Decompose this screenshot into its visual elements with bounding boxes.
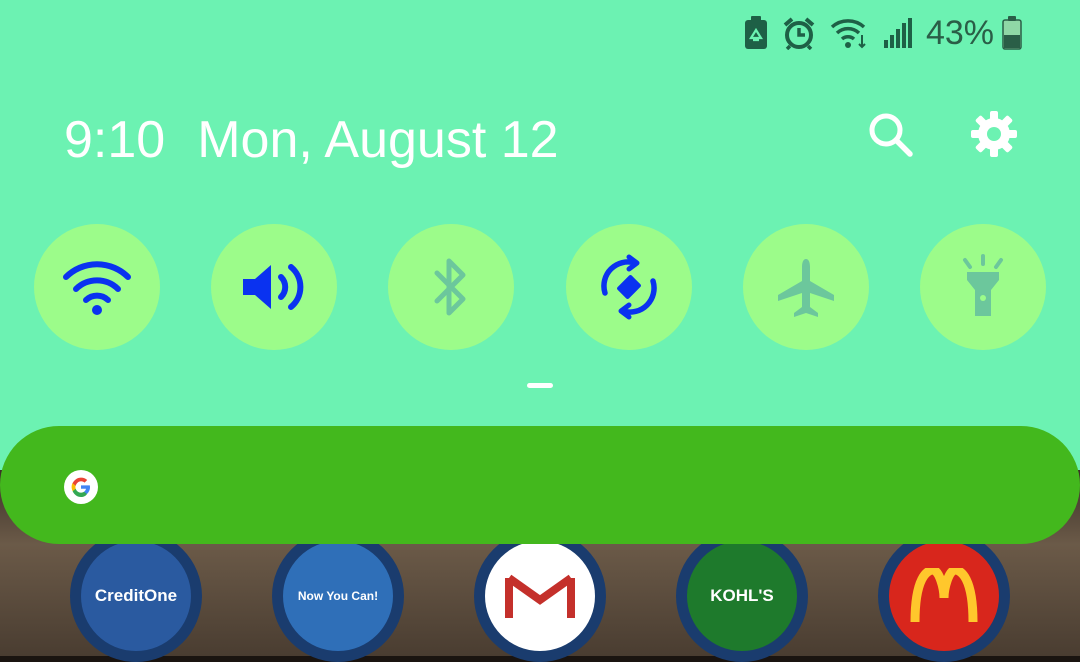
battery-icon xyxy=(1002,16,1022,50)
tile-bluetooth[interactable] xyxy=(388,224,515,350)
app-creditone[interactable]: CreditOne xyxy=(70,530,202,662)
search-icon xyxy=(869,113,913,157)
quick-settings-tiles xyxy=(34,224,1046,350)
home-app-row: CreditOne Now You Can! KOHL'S xyxy=(70,530,1010,662)
auto-rotate-icon xyxy=(600,254,657,320)
gmail-icon xyxy=(505,574,575,618)
tile-flashlight[interactable] xyxy=(919,224,1046,350)
search-button[interactable] xyxy=(862,106,918,162)
alarm-icon xyxy=(783,17,815,50)
status-bar: 43% xyxy=(744,12,1022,54)
wifi-icon xyxy=(63,261,131,315)
wifi-data-icon xyxy=(830,19,866,49)
battery-saver-icon xyxy=(744,16,767,49)
datetime-row: 9:10 Mon, August 12 xyxy=(64,108,559,172)
app-label: Now You Can! xyxy=(283,541,393,651)
settings-button[interactable] xyxy=(966,106,1022,162)
clock-date[interactable]: Mon, August 12 xyxy=(197,110,558,170)
tile-auto-rotate[interactable] xyxy=(565,224,692,350)
tile-sound[interactable] xyxy=(211,224,338,350)
app-mcdonalds[interactable] xyxy=(878,530,1010,662)
battery-percent: 43% xyxy=(925,13,994,52)
clock-time[interactable]: 9:10 xyxy=(64,110,165,170)
gear-icon xyxy=(971,111,1017,157)
panel-drag-handle[interactable] xyxy=(527,383,553,388)
app-gmail[interactable] xyxy=(474,530,606,662)
airplane-icon xyxy=(777,259,834,317)
app-wallet[interactable]: Now You Can! xyxy=(272,530,404,662)
header-actions xyxy=(862,106,1022,162)
tile-airplane[interactable] xyxy=(742,224,869,350)
app-kohls[interactable]: KOHL'S xyxy=(676,530,808,662)
volume-icon xyxy=(243,264,304,310)
bluetooth-icon xyxy=(434,258,466,316)
google-search-bar[interactable] xyxy=(0,426,1080,544)
mcdonalds-icon xyxy=(910,568,978,623)
app-label: CreditOne xyxy=(81,541,191,651)
tile-wifi[interactable] xyxy=(34,224,160,350)
google-icon xyxy=(64,470,98,504)
notification-panel: 43% 9:10 Mon, August 12 xyxy=(0,0,1080,470)
flashlight-icon xyxy=(962,254,1003,316)
cellular-signal-icon xyxy=(883,18,912,48)
app-label: KOHL'S xyxy=(687,541,797,651)
